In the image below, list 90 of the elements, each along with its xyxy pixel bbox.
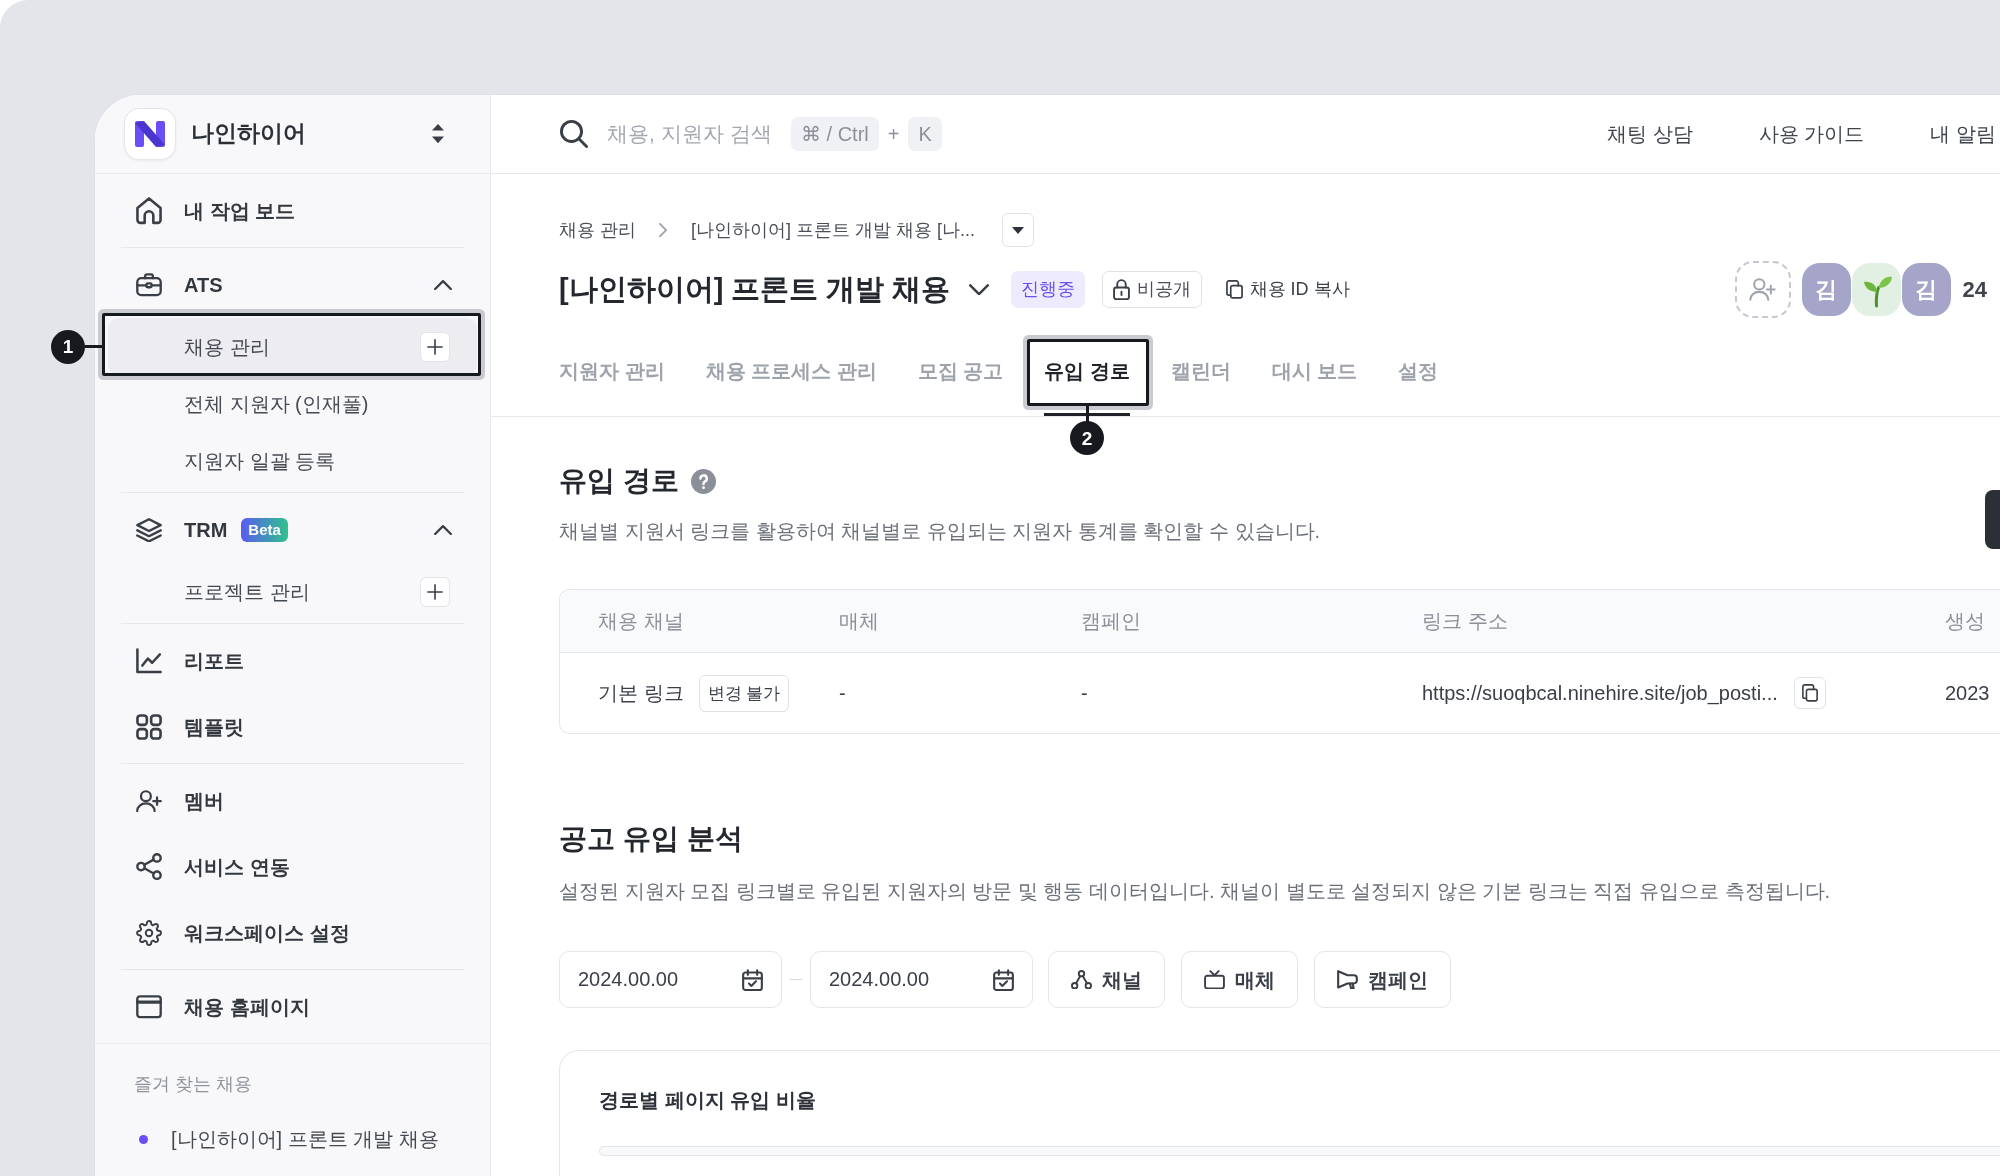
step-marker: 1 (51, 329, 85, 364)
status-tag: 진행중 (1010, 271, 1085, 308)
section-title: 공고 유입 분석 (559, 822, 743, 856)
user-plus-icon (136, 789, 162, 813)
layers-icon (136, 517, 162, 543)
chevron-right-icon (659, 222, 667, 238)
plus-icon (427, 583, 443, 600)
share-icon (136, 853, 162, 881)
table-cell-text: 기본 링크 (598, 681, 684, 706)
card-title: 경로별 페이지 유입 비율 (599, 1088, 817, 1112)
visibility-button[interactable]: 비공개 (1101, 271, 1202, 308)
column-header: 매체 (839, 609, 880, 634)
user-plus-icon (1749, 277, 1776, 302)
nav-subitem[interactable]: 채용 관리 (108, 318, 477, 375)
tv-icon (1204, 969, 1225, 990)
column-header: 생성 (1945, 609, 1986, 634)
search-field[interactable]: 채용, 지원자 검색 (607, 118, 779, 150)
briefcase-icon (136, 273, 162, 297)
beta-tag: Beta (241, 518, 288, 542)
column-header: 채용 채널 (597, 609, 685, 634)
plus-sign: + (887, 122, 900, 147)
date-field[interactable]: 2024.00.00 (559, 951, 782, 1008)
add-button[interactable] (420, 576, 450, 607)
copy-icon (1801, 684, 1818, 702)
section-description: 채널별 지원서 링크를 활용하여 채널별로 유입되는 지원자 통계를 확인할 수 있습니다. (559, 519, 1322, 544)
help-icon[interactable] (690, 468, 716, 494)
date-field[interactable]: 2024.00.00 (810, 951, 1033, 1008)
header-link[interactable]: 채팅 상담 (1607, 119, 1693, 149)
side-panel-handle[interactable] (1985, 490, 2000, 549)
section-description: 설정된 지원자 모집 링크별로 유입된 지원자의 방문 및 행동 데이터입니다. 채널이 별도로 설정되지 않은 기본 링크는 직접 유입으로 측정됩니다. (559, 879, 1832, 904)
sort-arrows-icon[interactable] (432, 124, 444, 144)
nav-item[interactable]: 템플릿 (108, 694, 477, 760)
section-title: 유입 경로 (559, 464, 679, 498)
nav-item[interactable]: 서비스 연동 (108, 834, 477, 900)
copy-button[interactable] (1793, 677, 1826, 709)
nav-item[interactable]: 내 작업 보드 (108, 178, 477, 244)
dropdown-button[interactable] (1002, 213, 1035, 247)
nav-item[interactable]: 멤버 (108, 768, 477, 834)
megaphone-icon (1337, 969, 1358, 990)
logo-icon[interactable] (124, 108, 176, 160)
caret-down-icon (1012, 226, 1025, 234)
shortcut-key: K (908, 117, 942, 151)
column-header: 캠페인 (1081, 609, 1142, 634)
home-icon (136, 197, 162, 225)
locked-tag: 변경 불가 (698, 674, 790, 712)
filter-button[interactable]: 캠페인 (1314, 951, 1451, 1008)
plus-icon (427, 338, 443, 355)
copy-id-button[interactable]: 채용 ID 복사 (1221, 271, 1354, 308)
member-count: 24 (1962, 276, 1987, 304)
nav-subitem[interactable]: 지원자 일괄 등록 (108, 432, 477, 489)
nav-section[interactable]: ATS (108, 252, 223, 318)
nav-section[interactable]: TRM (108, 497, 228, 563)
copy-icon (1225, 280, 1243, 299)
lock-icon (1112, 278, 1130, 301)
favorites-title: 즐겨 찾는 채용 (134, 1073, 253, 1095)
breadcrumb-link[interactable]: 채용 관리 (559, 216, 636, 244)
breadcrumb-link[interactable]: [나인하이어] 프론트 개발 채용 [나... (691, 216, 976, 244)
calendar-icon[interactable] (742, 969, 763, 992)
favorite-item[interactable]: [나인하이어] 프론트 개발 채용 (134, 1117, 490, 1161)
range-dash (790, 979, 802, 980)
browser-window-icon (136, 995, 162, 1019)
nav-subitem[interactable]: 프로젝트 관리 (108, 563, 477, 620)
nav-subitem[interactable]: 전체 지원자 (인재풀) (108, 375, 477, 432)
header-link[interactable]: 사용 가이드 (1758, 119, 1865, 149)
column-header: 링크 주소 (1422, 609, 1509, 634)
filter-button[interactable]: 매체 (1181, 951, 1298, 1008)
chevron-up-icon[interactable] (434, 279, 452, 291)
search-icon (560, 120, 588, 148)
page-title: [나인하이어] 프론트 개발 채용 (559, 272, 951, 307)
step-marker: 2 (1070, 421, 1105, 455)
calendar-icon[interactable] (993, 969, 1014, 992)
grid-icon (136, 714, 162, 740)
nav-item[interactable]: 워크스페이스 설정 (108, 900, 477, 966)
settings-icon (136, 920, 162, 946)
workspace-name: 나인하이어 (191, 120, 306, 148)
shortcut-key: ⌘ / Ctrl (791, 117, 879, 151)
nodes-icon (1071, 969, 1092, 990)
chevron-up-icon[interactable] (434, 524, 452, 536)
sprout-icon[interactable] (1851, 263, 1901, 316)
table-cell: 2023 (1945, 682, 1990, 704)
add-button[interactable] (420, 331, 450, 362)
filter-button[interactable]: 채널 (1048, 951, 1165, 1008)
header-link[interactable]: 내 알림 (1930, 119, 1996, 149)
chevron-down-icon[interactable] (968, 283, 989, 296)
line-chart-icon (136, 648, 162, 674)
table-cell: - (839, 682, 846, 704)
nav-item[interactable]: 리포트 (108, 628, 477, 694)
link-url: https://suoqbcal.ninehire.site/job_posti... (1422, 681, 1778, 707)
table-cell: - (1081, 682, 1088, 704)
nav-item[interactable]: 채용 홈페이지 (108, 974, 477, 1040)
